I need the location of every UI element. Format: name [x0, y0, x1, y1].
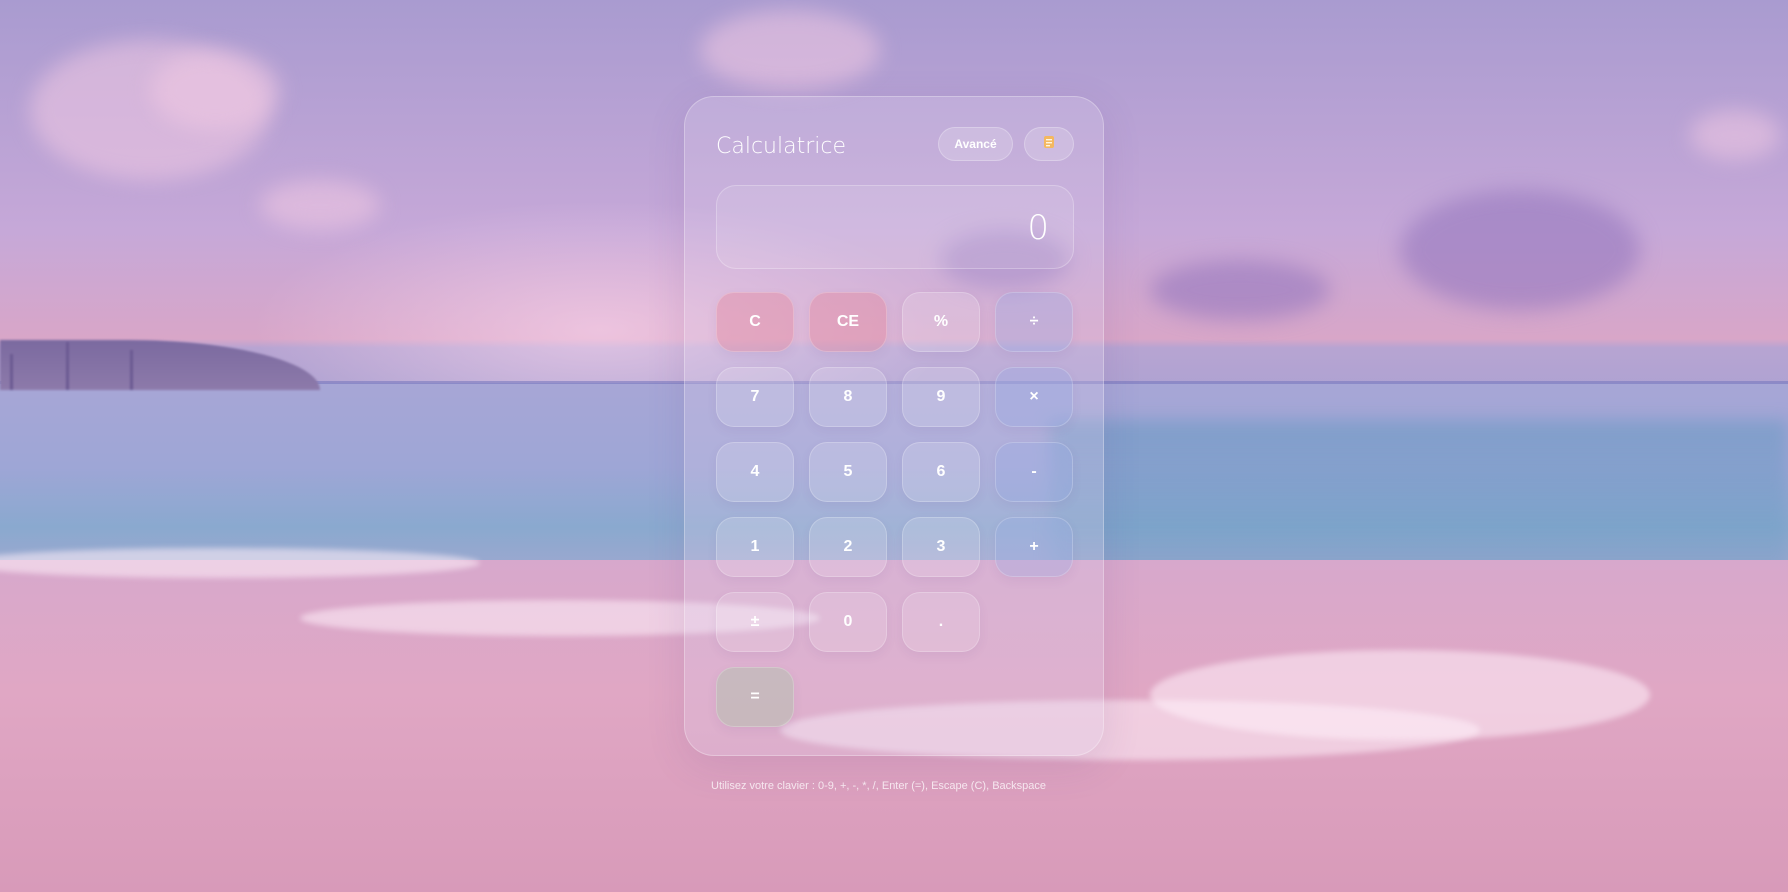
- percent-button[interactable]: %: [902, 292, 980, 352]
- display-value: 0: [1027, 208, 1049, 248]
- digit-7-button[interactable]: 7: [716, 367, 794, 427]
- digit-8-button[interactable]: 8: [809, 367, 887, 427]
- subtract-button[interactable]: -: [995, 442, 1073, 502]
- notepad-icon: [1043, 135, 1055, 154]
- digit-2-button[interactable]: 2: [809, 517, 887, 577]
- history-button[interactable]: [1024, 127, 1074, 161]
- cloud: [150, 50, 280, 130]
- decimal-button[interactable]: .: [902, 592, 980, 652]
- divide-button[interactable]: ÷: [995, 292, 1073, 352]
- equals-button[interactable]: =: [716, 667, 794, 727]
- clear-button[interactable]: C: [716, 292, 794, 352]
- digit-6-button[interactable]: 6: [902, 442, 980, 502]
- palm-tree: [130, 350, 133, 390]
- digit-1-button[interactable]: 1: [716, 517, 794, 577]
- cloud: [1690, 110, 1780, 160]
- cloud: [700, 10, 880, 90]
- digit-0-button[interactable]: 0: [809, 592, 887, 652]
- keyboard-hint: Utilisez votre clavier : 0-9, +, -, *, /…: [711, 780, 1047, 792]
- wave-foam: [1150, 650, 1650, 740]
- digit-4-button[interactable]: 4: [716, 442, 794, 502]
- plus-minus-button[interactable]: ±: [716, 592, 794, 652]
- multiply-button[interactable]: ×: [995, 367, 1073, 427]
- clear-entry-button[interactable]: CE: [809, 292, 887, 352]
- advanced-mode-button[interactable]: Avancé: [938, 127, 1013, 161]
- digit-5-button[interactable]: 5: [809, 442, 887, 502]
- digit-3-button[interactable]: 3: [902, 517, 980, 577]
- cloud: [260, 180, 380, 230]
- palm-tree: [10, 354, 13, 390]
- cloud: [1150, 260, 1330, 320]
- add-button[interactable]: +: [995, 517, 1073, 577]
- cloud: [1400, 190, 1640, 310]
- calculator-panel: Calculatrice Avancé 0 C CE % ÷ 7 8 9 × 4…: [684, 96, 1104, 756]
- result-display: 0: [716, 185, 1074, 269]
- calculator-title: Calculatrice: [716, 134, 847, 159]
- digit-9-button[interactable]: 9: [902, 367, 980, 427]
- palm-tree: [66, 342, 69, 390]
